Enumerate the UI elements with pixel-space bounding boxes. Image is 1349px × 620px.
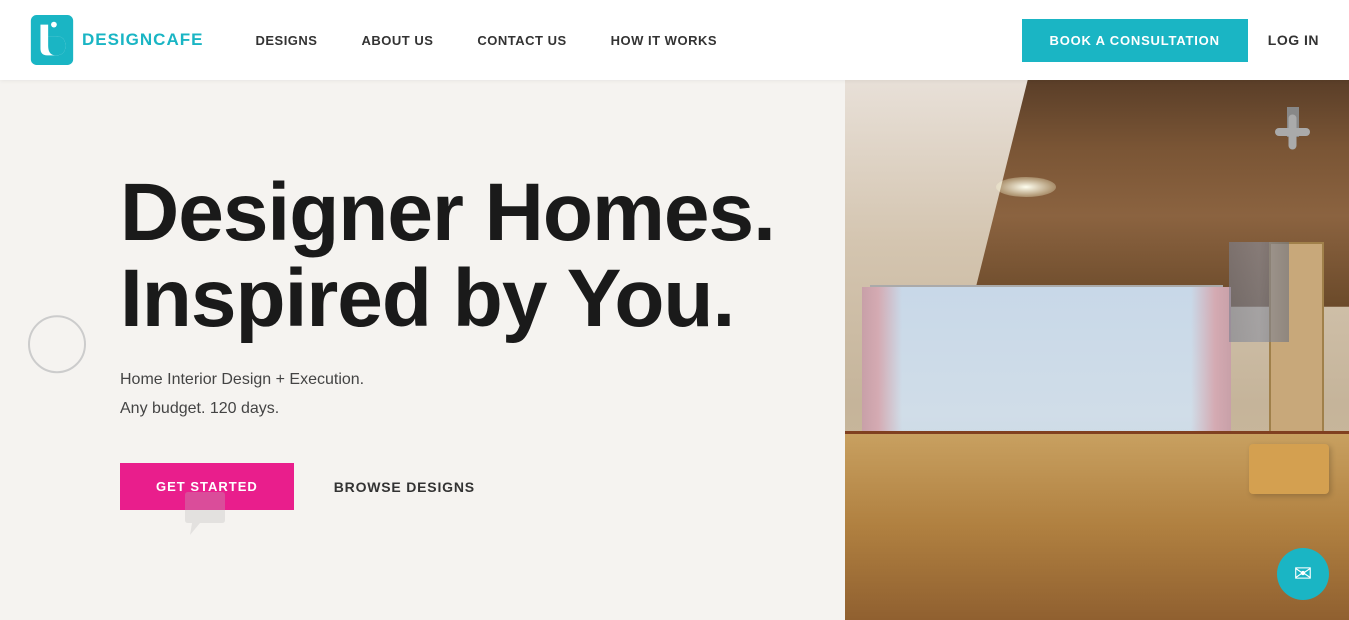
deco-bubble [180, 490, 230, 540]
browse-designs-link[interactable]: BROWSE DESIGNS [334, 479, 475, 495]
nav-item-designs[interactable]: DESIGNS [233, 33, 339, 48]
hero-subtitle-line1: Home Interior Design + Execution. [120, 371, 364, 388]
nav-item-contact[interactable]: CONTACT US [455, 33, 588, 48]
main-content: Designer Homes. Inspired by You. Home In… [0, 80, 1349, 620]
right-panel: ✉ [845, 80, 1349, 620]
bed-pillow [1249, 444, 1329, 494]
fan-blade-2 [1289, 115, 1297, 150]
navbar: DESIGNCAFE DESIGNS ABOUT US CONTACT US H… [0, 0, 1349, 80]
wall-decoration [1229, 242, 1289, 342]
hero-subtitle: Home Interior Design + Execution. Any bu… [120, 366, 845, 424]
left-panel: Designer Homes. Inspired by You. Home In… [0, 80, 845, 620]
deco-circle [28, 315, 86, 373]
hero-title-line1: Designer Homes. [120, 167, 775, 258]
ceiling-fan [1287, 107, 1299, 132]
book-consultation-button[interactable]: BOOK A CONSULTATION [1022, 19, 1248, 62]
nav-item-about[interactable]: ABOUT US [339, 33, 455, 48]
hero-subtitle-line2: Any budget. 120 days. [120, 400, 279, 417]
login-link[interactable]: LOG IN [1268, 32, 1319, 48]
nav-links: DESIGNS ABOUT US CONTACT US HOW IT WORKS [233, 33, 1021, 48]
nav-item-how[interactable]: HOW IT WORKS [589, 33, 739, 48]
logo-icon [30, 15, 74, 65]
brand-name: DESIGNCAFE [82, 30, 203, 50]
bed [845, 431, 1349, 620]
logo-area[interactable]: DESIGNCAFE [30, 15, 203, 65]
nav-right: BOOK A CONSULTATION LOG IN [1022, 19, 1319, 62]
mail-icon: ✉ [1294, 561, 1312, 587]
hero-title-line2: Inspired by You. [120, 253, 734, 344]
room-background [845, 80, 1349, 620]
chat-button[interactable]: ✉ [1277, 548, 1329, 600]
hero-title: Designer Homes. Inspired by You. [120, 170, 845, 342]
